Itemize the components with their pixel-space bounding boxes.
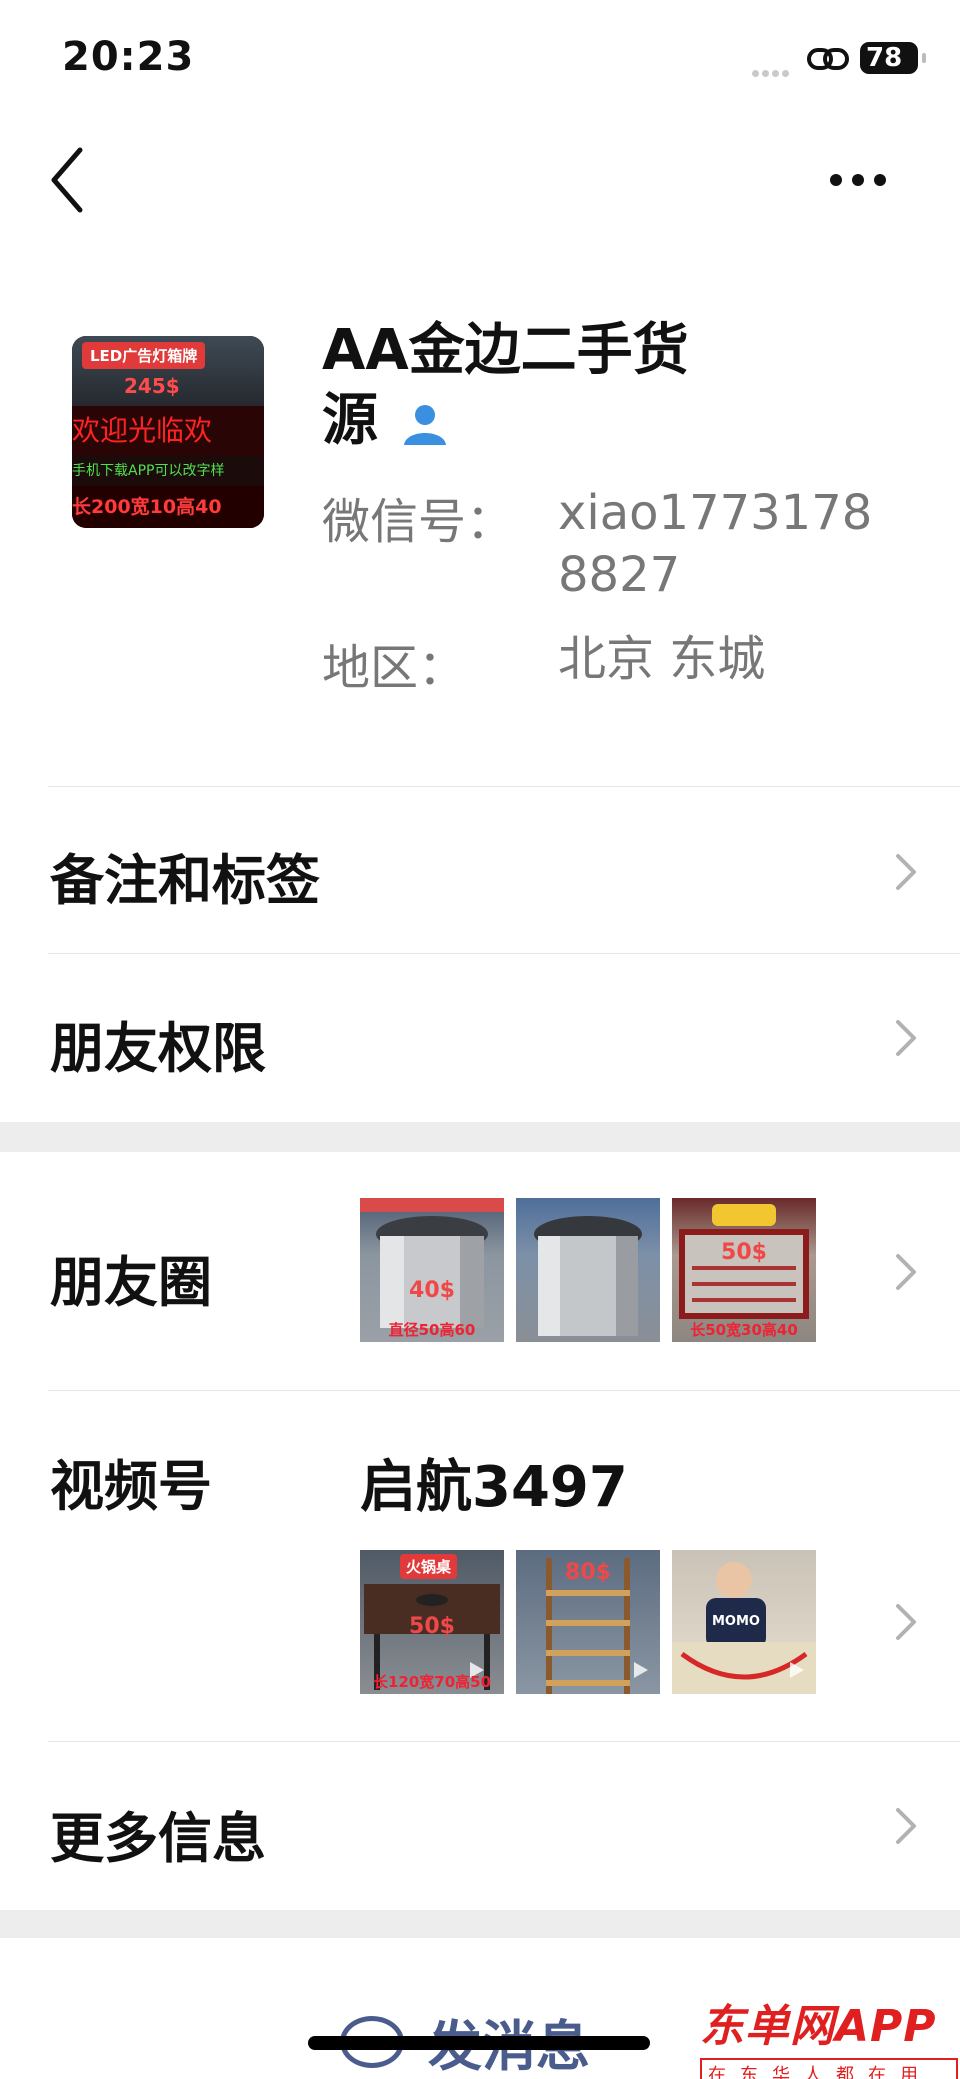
channel-thumb-3-caption: MOMO — [712, 1614, 760, 1629]
chevron-right-icon — [896, 1254, 916, 1290]
chevron-right-icon — [896, 1808, 916, 1844]
moments-thumb-1[interactable]: 40$ 直径50高60 — [360, 1198, 504, 1342]
status-bar: 20:23 78 — [0, 0, 960, 110]
more-options-icon[interactable] — [830, 160, 910, 200]
chevron-right-icon — [896, 854, 916, 890]
channel-thumb-2[interactable]: 80$ — [516, 1550, 660, 1694]
home-indicator[interactable] — [308, 2036, 650, 2050]
watermark: 东单网APP 在东华人都在用 — [700, 1990, 958, 2079]
more-info-label: 更多信息 — [50, 1807, 266, 1870]
moments-label: 朋友圈 — [50, 1251, 212, 1314]
channel-thumb-1-tag: 火锅桌 — [400, 1554, 458, 1579]
divider — [48, 953, 960, 954]
avatar-tag: LED广告灯箱牌 — [82, 342, 206, 369]
channel-thumb-1[interactable]: 火锅桌 50$ 长120宽70高50 — [360, 1550, 504, 1694]
profile-name: AA金边二手货源 — [322, 316, 742, 456]
wechat-id-value: xiao17731788827 — [558, 485, 873, 603]
divider — [48, 1741, 960, 1742]
avatar-price: 245$ — [124, 374, 180, 398]
avatar-hint: 手机下载APP可以改字样 — [72, 463, 225, 479]
chevron-right-icon — [896, 1020, 916, 1056]
divider — [48, 1390, 960, 1391]
watermark-brand: 东单网APP — [700, 2001, 937, 2052]
channel-thumb-2-price: 80$ — [565, 1560, 611, 1585]
avatar-size: 长200宽10高40 — [72, 486, 264, 528]
section-gap — [0, 1122, 960, 1152]
moments-thumb-1-caption: 直径50高60 — [388, 1321, 476, 1339]
channel-name: 启航3497 — [360, 1455, 628, 1520]
profile-name-text: AA金边二手货源 — [322, 318, 689, 453]
moments-thumb-3-price: 50$ — [721, 1240, 767, 1265]
channel-thumb-1-price: 50$ — [409, 1614, 455, 1639]
section-gap — [0, 1910, 960, 1938]
signal-icon — [752, 62, 798, 77]
region-label: 地区： — [322, 640, 467, 696]
channel-thumb-1-caption: 长120宽70高50 — [372, 1673, 492, 1691]
person-icon — [404, 404, 446, 445]
chevron-right-icon — [896, 1604, 916, 1640]
avatar[interactable]: LED广告灯箱牌 245$ 欢迎光临欢 手机下载APP可以改字样 长200宽10… — [72, 336, 264, 528]
permissions-label: 朋友权限 — [50, 1017, 266, 1080]
moments-thumb-3-caption: 长50宽30高40 — [690, 1321, 798, 1339]
channels-label: 视频号 — [50, 1455, 212, 1518]
watermark-slogan: 在东华人都在用 — [700, 2058, 958, 2079]
wechat-id-label: 微信号： — [322, 494, 515, 550]
avatar-led-text: 欢迎光临欢 — [72, 406, 264, 456]
battery-icon: 78 — [860, 42, 926, 74]
status-time: 20:23 — [62, 34, 195, 80]
channel-thumb-3[interactable]: MOMO — [672, 1550, 816, 1694]
moments-thumb-1-price: 40$ — [409, 1278, 455, 1303]
remarks-label: 备注和标签 — [50, 849, 320, 912]
back-icon[interactable] — [40, 140, 100, 220]
region-value: 北京 东城 — [558, 631, 766, 687]
link-icon — [807, 48, 849, 70]
moments-thumb-2[interactable] — [516, 1198, 660, 1342]
moments-thumb-3[interactable]: 50$ 长50宽30高40 — [672, 1198, 816, 1342]
divider — [48, 786, 960, 787]
